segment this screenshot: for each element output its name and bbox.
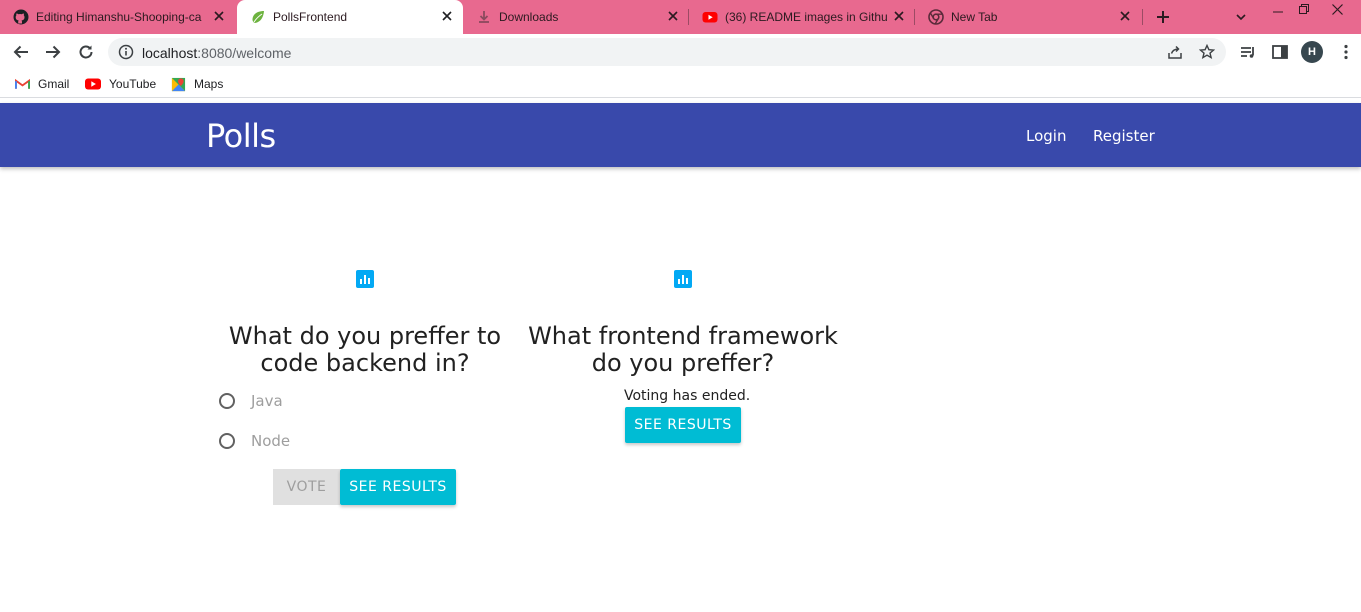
bookmark-youtube[interactable]: YouTube xyxy=(85,75,156,93)
register-link[interactable]: Register xyxy=(1093,127,1155,145)
more-menu-icon[interactable] xyxy=(1336,42,1356,62)
option-java[interactable]: Java xyxy=(219,391,283,411)
tab-title: PollsFrontend xyxy=(273,10,348,24)
see-results-button[interactable]: SEE RESULTS xyxy=(625,407,741,443)
back-arrow-icon[interactable] xyxy=(11,42,31,62)
voting-ended-text: Voting has ended. xyxy=(624,388,751,404)
minimize-icon xyxy=(1273,11,1283,13)
app-bar: Polls Login Register xyxy=(0,103,1361,167)
browser-toolbar: localhost:8080/welcome H xyxy=(0,34,1361,70)
radio-button[interactable] xyxy=(219,433,235,449)
tab-title: (36) README images in Github xyxy=(725,10,887,24)
login-link[interactable]: Login xyxy=(1026,127,1066,145)
poll-question: What frontend framework do you preffer? xyxy=(523,323,843,377)
youtube-icon xyxy=(702,12,718,23)
restore-button[interactable] xyxy=(1292,0,1316,18)
reload-icon[interactable] xyxy=(76,42,96,62)
question-line: do you preffer? xyxy=(591,349,775,377)
bookmark-label: YouTube xyxy=(109,77,157,91)
vote-button[interactable]: VOTE xyxy=(273,469,340,505)
reading-list-icon[interactable] xyxy=(1238,42,1258,62)
bookmark-star-icon[interactable] xyxy=(1199,44,1215,60)
close-icon xyxy=(1331,3,1343,15)
brand-logo[interactable]: Polls xyxy=(206,117,276,155)
bookmark-gmail[interactable]: Gmail xyxy=(15,75,69,93)
option-label: Java xyxy=(251,392,283,410)
tab-downloads[interactable]: Downloads xyxy=(463,0,689,34)
chrome-icon xyxy=(928,9,944,25)
spring-leaf-icon xyxy=(252,11,264,23)
tab-search-button[interactable] xyxy=(1230,0,1252,34)
tab-close-icon[interactable] xyxy=(212,9,226,23)
tab-title: Downloads xyxy=(499,10,559,24)
profile-avatar[interactable]: H xyxy=(1301,41,1323,63)
restore-icon xyxy=(1299,4,1309,14)
forward-arrow-icon[interactable] xyxy=(43,42,63,62)
address-url[interactable]: localhost:8080/welcome xyxy=(142,45,291,61)
github-icon xyxy=(13,9,29,25)
tab-polls-frontend[interactable]: PollsFrontend xyxy=(237,0,463,34)
option-label: Node xyxy=(251,432,291,450)
question-line: code backend in? xyxy=(260,349,470,377)
close-window-button[interactable] xyxy=(1318,0,1356,18)
poll-chart-icon xyxy=(356,270,374,288)
tab-separator xyxy=(1142,9,1143,25)
url-host: localhost xyxy=(142,45,198,61)
minimize-button[interactable] xyxy=(1264,0,1292,18)
tab-close-icon[interactable] xyxy=(666,9,680,23)
tab-title: New Tab xyxy=(951,10,998,24)
site-info-icon[interactable] xyxy=(118,44,134,60)
tab-readme-images[interactable]: (36) README images in Github xyxy=(689,0,915,34)
address-bar[interactable]: localhost:8080/welcome xyxy=(108,38,1226,66)
radio-button[interactable] xyxy=(219,393,235,409)
maps-icon xyxy=(171,77,186,91)
tab-title: Editing Himanshu-Shooping-ca xyxy=(36,10,202,24)
tab-close-icon[interactable] xyxy=(440,9,454,23)
question-line: What frontend framework xyxy=(528,322,838,350)
poll-chart-icon xyxy=(674,270,692,288)
tab-close-icon[interactable] xyxy=(892,9,906,23)
question-line: What do you preffer to xyxy=(228,322,502,350)
tab-new-tab[interactable]: New Tab xyxy=(915,0,1141,34)
side-panel-icon[interactable] xyxy=(1270,42,1290,62)
option-node[interactable]: Node xyxy=(219,431,290,451)
download-icon xyxy=(479,11,489,23)
bookmark-label: Maps xyxy=(194,77,224,91)
bookmark-label: Gmail xyxy=(38,77,70,91)
see-results-button[interactable]: SEE RESULTS xyxy=(340,469,456,505)
poll-question: What do you preffer to code backend in? xyxy=(210,323,520,377)
chevron-down-icon xyxy=(1236,14,1246,21)
new-tab-button[interactable] xyxy=(1150,0,1176,34)
bookmark-maps[interactable]: Maps xyxy=(171,75,223,93)
tab-editing-himanshu[interactable]: Editing Himanshu-Shooping-ca xyxy=(0,0,235,34)
youtube-icon xyxy=(85,78,101,90)
tab-close-icon[interactable] xyxy=(1118,9,1132,23)
share-icon[interactable] xyxy=(1167,44,1183,60)
url-path: :8080/welcome xyxy=(197,45,292,61)
plus-icon xyxy=(1157,11,1169,23)
gmail-icon xyxy=(15,78,30,89)
browser-tab-strip: Editing Himanshu-Shooping-ca PollsFronte… xyxy=(0,0,1361,34)
bookmarks-bar: Gmail YouTube Maps xyxy=(0,70,1361,98)
